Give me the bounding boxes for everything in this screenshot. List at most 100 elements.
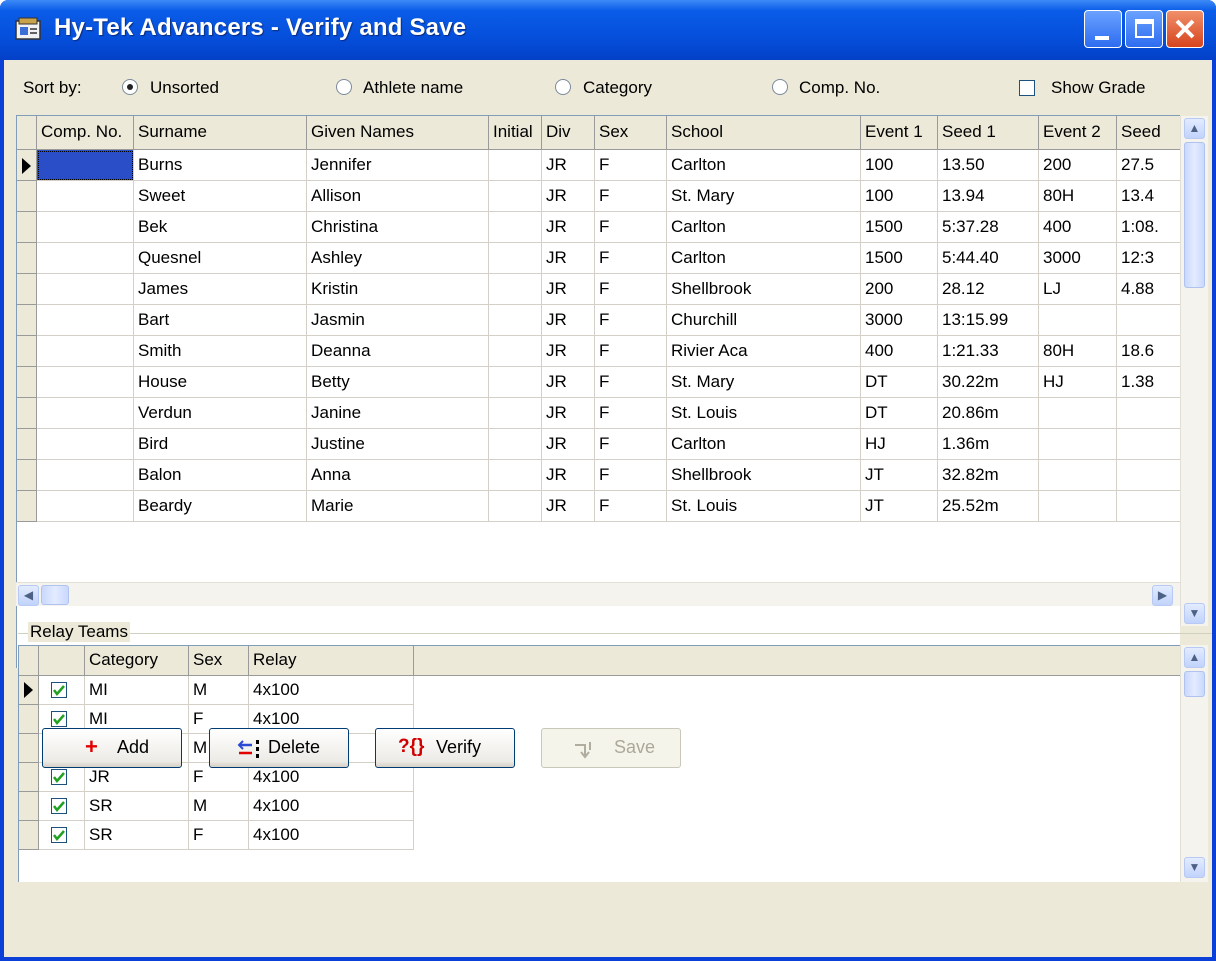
sort-unsorted-radio[interactable]: [122, 79, 138, 95]
row-selector[interactable]: [17, 274, 37, 305]
sort-athlete-name-label[interactable]: Athlete name: [363, 78, 463, 98]
table-cell[interactable]: JR: [542, 460, 595, 491]
column-header[interactable]: Event 2: [1039, 116, 1117, 150]
column-header[interactable]: Event 1: [861, 116, 938, 150]
sort-category-label[interactable]: Category: [583, 78, 652, 98]
row-selector[interactable]: [17, 181, 37, 212]
table-cell[interactable]: Allison: [307, 181, 489, 212]
minimize-button[interactable]: [1084, 10, 1122, 48]
table-cell[interactable]: Jennifer: [307, 150, 489, 181]
table-cell[interactable]: 32.82m: [938, 460, 1039, 491]
table-cell[interactable]: F: [595, 181, 667, 212]
table-cell[interactable]: 5:44.40: [938, 243, 1039, 274]
table-cell[interactable]: HJ: [861, 429, 938, 460]
table-cell[interactable]: Kristin: [307, 274, 489, 305]
relay-row-selector[interactable]: [19, 763, 39, 792]
table-cell[interactable]: [37, 491, 134, 522]
table-cell[interactable]: [1039, 429, 1117, 460]
relay-cell[interactable]: F: [189, 821, 249, 850]
table-cell[interactable]: Marie: [307, 491, 489, 522]
table-cell[interactable]: Rivier Aca: [667, 336, 861, 367]
table-cell[interactable]: [489, 460, 542, 491]
table-cell[interactable]: St. Louis: [667, 491, 861, 522]
table-cell[interactable]: Smith: [134, 336, 307, 367]
table-cell[interactable]: St. Mary: [667, 181, 861, 212]
table-cell[interactable]: [1117, 305, 1181, 336]
table-cell[interactable]: Sweet: [134, 181, 307, 212]
table-cell[interactable]: [1117, 429, 1181, 460]
row-selector[interactable]: [17, 243, 37, 274]
row-selector[interactable]: [17, 212, 37, 243]
row-selector[interactable]: [17, 150, 37, 181]
relay-cell[interactable]: 4x100: [249, 821, 414, 850]
table-cell[interactable]: Anna: [307, 460, 489, 491]
row-selector[interactable]: [17, 429, 37, 460]
table-cell[interactable]: [489, 274, 542, 305]
scroll-up-icon[interactable]: ▲: [1184, 118, 1205, 139]
table-cell[interactable]: 5:37.28: [938, 212, 1039, 243]
table-cell[interactable]: 18.6: [1117, 336, 1181, 367]
column-header[interactable]: School: [667, 116, 861, 150]
scroll-left-icon[interactable]: ◀: [18, 585, 39, 606]
table-cell[interactable]: Carlton: [667, 150, 861, 181]
table-cell[interactable]: F: [595, 274, 667, 305]
table-cell[interactable]: 13.94: [938, 181, 1039, 212]
table-cell[interactable]: Bek: [134, 212, 307, 243]
table-cell[interactable]: 80H: [1039, 181, 1117, 212]
relay-include-cell[interactable]: [39, 821, 85, 850]
table-cell[interactable]: Shellbrook: [667, 274, 861, 305]
table-cell[interactable]: JR: [542, 429, 595, 460]
table-cell[interactable]: [1117, 491, 1181, 522]
table-cell[interactable]: 200: [1039, 150, 1117, 181]
table-cell[interactable]: [1039, 491, 1117, 522]
relay-include-checkbox[interactable]: [51, 769, 67, 785]
table-cell[interactable]: Bart: [134, 305, 307, 336]
table-cell[interactable]: [489, 398, 542, 429]
table-cell[interactable]: James: [134, 274, 307, 305]
verify-button[interactable]: ?{} Verify: [375, 728, 515, 768]
table-cell[interactable]: [37, 243, 134, 274]
save-button[interactable]: Save: [541, 728, 681, 768]
table-cell[interactable]: 200: [861, 274, 938, 305]
table-cell[interactable]: [1039, 398, 1117, 429]
sort-category-radio[interactable]: [555, 79, 571, 95]
table-cell[interactable]: [37, 212, 134, 243]
table-cell[interactable]: [489, 336, 542, 367]
table-cell[interactable]: Churchill: [667, 305, 861, 336]
scroll-right-icon[interactable]: ▶: [1152, 585, 1173, 606]
maximize-button[interactable]: [1125, 10, 1163, 48]
table-cell[interactable]: [1039, 305, 1117, 336]
table-cell[interactable]: [489, 429, 542, 460]
table-cell[interactable]: [489, 243, 542, 274]
table-cell[interactable]: F: [595, 398, 667, 429]
table-cell[interactable]: Shellbrook: [667, 460, 861, 491]
table-cell[interactable]: F: [595, 460, 667, 491]
table-cell[interactable]: Christina: [307, 212, 489, 243]
delete-button[interactable]: Delete: [209, 728, 349, 768]
table-cell[interactable]: [1117, 398, 1181, 429]
scroll-thumb[interactable]: [1184, 142, 1205, 288]
row-selector[interactable]: [17, 460, 37, 491]
table-cell[interactable]: JR: [542, 367, 595, 398]
table-cell[interactable]: 30.22m: [938, 367, 1039, 398]
relay-cell[interactable]: SR: [85, 792, 189, 821]
relay-include-cell[interactable]: [39, 792, 85, 821]
table-cell[interactable]: Janine: [307, 398, 489, 429]
athletes-horizontal-scrollbar[interactable]: ◀ ▶: [16, 582, 1180, 606]
table-cell[interactable]: F: [595, 429, 667, 460]
table-cell[interactable]: [37, 181, 134, 212]
table-cell[interactable]: DT: [861, 398, 938, 429]
table-cell[interactable]: St. Mary: [667, 367, 861, 398]
sort-comp-no-radio[interactable]: [772, 79, 788, 95]
table-cell[interactable]: [37, 150, 134, 181]
table-cell[interactable]: [489, 305, 542, 336]
table-cell[interactable]: JR: [542, 150, 595, 181]
table-cell[interactable]: [489, 212, 542, 243]
table-cell[interactable]: [37, 336, 134, 367]
table-cell[interactable]: Justine: [307, 429, 489, 460]
table-cell[interactable]: JR: [542, 274, 595, 305]
table-cell[interactable]: 1500: [861, 243, 938, 274]
column-header[interactable]: Comp. No.: [37, 116, 134, 150]
table-cell[interactable]: JR: [542, 243, 595, 274]
relay-scroll-down-icon[interactable]: ▼: [1184, 857, 1205, 878]
